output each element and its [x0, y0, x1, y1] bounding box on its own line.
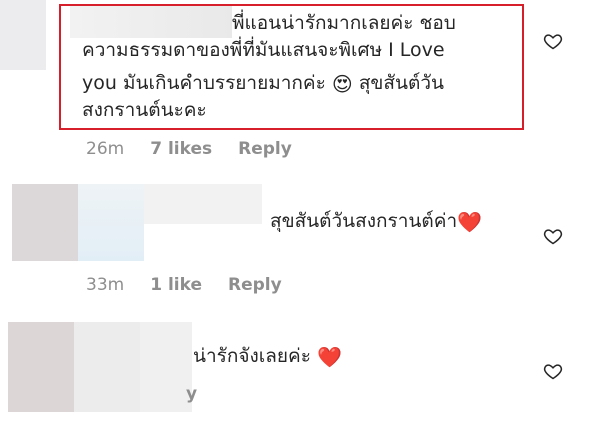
username-redacted[interactable] [70, 6, 232, 38]
comment-meta: 26m 7 likes Reply [86, 139, 292, 159]
comment-meta-partial: y [186, 384, 197, 404]
partial-text: y [186, 384, 198, 404]
heart-eyes-emoji: 😍 [331, 72, 353, 96]
likes-count[interactable]: 1 like [150, 275, 202, 295]
comment-time: 26m [86, 139, 125, 159]
username-redacted[interactable] [74, 322, 140, 412]
heart-outline-icon[interactable] [543, 31, 563, 51]
heart-emoji: ❤️ [457, 210, 483, 234]
comment-text-line-1: พี่แอนน่ารักมากเลยค่ะ ชอบ [232, 12, 456, 34]
comment-text: น่ารักจังเลยค่ะ ❤️ [193, 343, 342, 370]
comment-text: สุขสันต์วันสงกรานต์ค่า❤️ [270, 208, 482, 235]
comment-text-line-4: สงกรานต์นะคะ [82, 99, 207, 121]
comment-time: 33m [86, 275, 125, 295]
comment-text-line-3-a: you มันเกินคำบรรยายมากค่ะ [82, 72, 326, 94]
username-redacted[interactable] [78, 184, 144, 261]
comment-text-line-2: ความธรรมดาของพี่ที่มันแสนจะพิเศษ I Love [82, 39, 445, 61]
comment-2: สุขสันต์วันสงกรานต์ค่า❤️ 33m 1 like Repl… [0, 170, 593, 300]
avatar[interactable] [0, 0, 46, 70]
heart-emoji: ❤️ [317, 345, 342, 369]
comment-text-line-3: you มันเกินคำบรรยายมากค่ะ 😍 สุขสันต์วัน [82, 70, 444, 97]
avatar[interactable] [12, 184, 78, 261]
likes-count[interactable]: 7 likes [150, 139, 212, 159]
avatar[interactable] [8, 322, 74, 412]
username-redacted-2 [144, 184, 262, 224]
comment-meta: 33m 1 like Reply [86, 275, 282, 295]
comment-text-body: น่ารักจังเลยค่ะ [193, 345, 311, 367]
comment-3: น่ารักจังเลยค่ะ ❤️ y [0, 300, 593, 434]
comment-text-line-3-b: สุขสันต์วัน [358, 72, 444, 94]
heart-outline-icon[interactable] [543, 361, 563, 381]
reply-button[interactable]: Reply [228, 275, 282, 295]
comment-1: พี่แอนน่ารักมากเลยค่ะ ชอบ ความธรรมดาของพ… [0, 0, 593, 170]
reply-button[interactable]: Reply [238, 139, 292, 159]
username-redacted-2 [140, 322, 192, 412]
comment-text-body: สุขสันต์วันสงกรานต์ค่า [270, 210, 458, 232]
heart-outline-icon[interactable] [543, 226, 563, 246]
